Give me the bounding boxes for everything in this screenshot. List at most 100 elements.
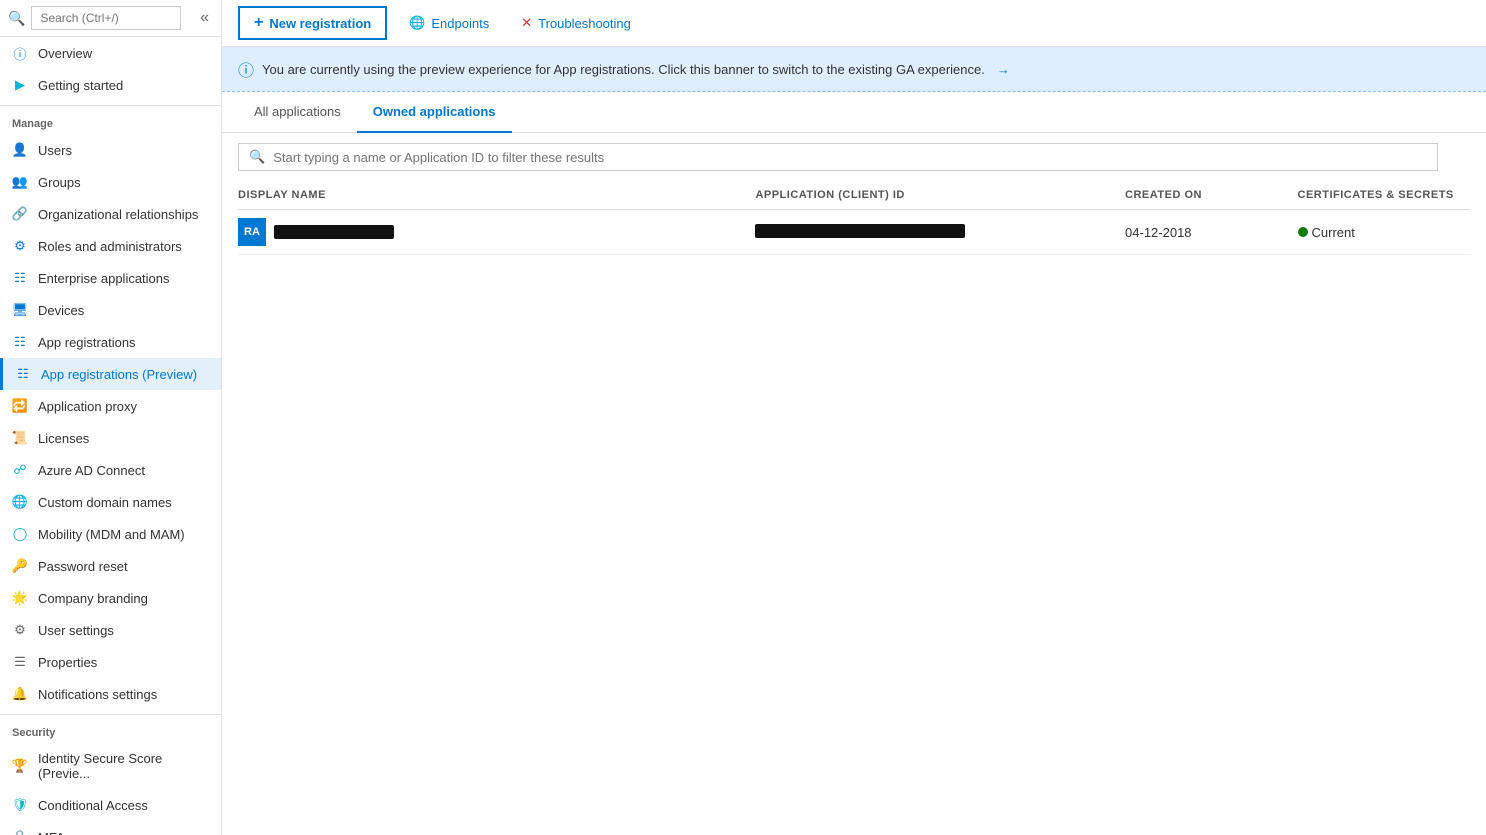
sidebar-item-enterprise-apps[interactable]: ☷ Enterprise applications <box>0 262 221 294</box>
sidebar-item-org-relationships[interactable]: 🔗 Organizational relationships <box>0 198 221 230</box>
app-tabs: All applications Owned applications <box>222 92 1486 133</box>
sidebar-item-groups[interactable]: 👥 Groups <box>0 166 221 198</box>
app-table: DISPLAY NAME APPLICATION (CLIENT) ID CRE… <box>238 181 1470 255</box>
sidebar-item-label: Conditional Access <box>38 798 148 813</box>
main-content: + New registration 🌐 Endpoints ✕ Trouble… <box>222 0 1486 835</box>
display-name-redacted <box>274 225 394 239</box>
sidebar-item-label: Overview <box>38 46 92 61</box>
search-input[interactable] <box>31 6 181 30</box>
sidebar-divider <box>0 105 221 106</box>
app-table-container: DISPLAY NAME APPLICATION (CLIENT) ID CRE… <box>222 181 1486 835</box>
banner-text: You are currently using the preview expe… <box>262 62 985 77</box>
tab-all-applications[interactable]: All applications <box>238 92 357 133</box>
sidebar-item-custom-domain[interactable]: 🌐 Custom domain names <box>0 486 221 518</box>
sidebar-item-label: Devices <box>38 303 84 318</box>
created-on-cell: 04-12-2018 <box>1125 210 1297 255</box>
sidebar-item-label: Properties <box>38 655 97 670</box>
sidebar-item-label: Roles and administrators <box>38 239 182 254</box>
sidebar-section-manage: Manage <box>0 110 221 134</box>
filter-wrapper: 🔍 <box>238 143 1438 171</box>
cert-status-label: Current <box>1312 225 1355 240</box>
sidebar-item-user-settings[interactable]: ⚙ User settings <box>0 614 221 646</box>
sidebar-item-identity-score[interactable]: 🏆 Identity Secure Score (Previe... <box>0 743 221 789</box>
score-icon: 🏆 <box>12 758 28 774</box>
sidebar-item-label: Mobility (MDM and MAM) <box>38 527 185 542</box>
sidebar-item-mobility[interactable]: ◯ Mobility (MDM and MAM) <box>0 518 221 550</box>
sidebar-item-app-registrations-preview[interactable]: ☷ App registrations (Preview) <box>0 358 221 390</box>
appreg-preview-icon: ☷ <box>15 366 31 382</box>
sidebar-item-conditional-access[interactable]: 🛡 Conditional Access <box>0 789 221 821</box>
connect-icon: ☍ <box>12 462 28 478</box>
sidebar-item-label: App registrations (Preview) <box>41 367 197 382</box>
sidebar-item-app-proxy[interactable]: 🔁 Application proxy <box>0 390 221 422</box>
endpoints-button[interactable]: 🌐 Endpoints <box>399 9 499 37</box>
sidebar-item-overview[interactable]: ⓘ Overview <box>0 37 221 69</box>
domain-icon: 🌐 <box>12 494 28 510</box>
sidebar-item-label: Custom domain names <box>38 495 172 510</box>
new-registration-button[interactable]: + New registration <box>238 6 387 40</box>
x-icon: ✕ <box>521 15 532 31</box>
col-header-display-name: DISPLAY NAME <box>238 181 755 210</box>
sidebar-item-label: Password reset <box>38 559 128 574</box>
sidebar-item-licenses[interactable]: 📜 Licenses <box>0 422 221 454</box>
brand-icon: 🌟 <box>12 590 28 606</box>
cond-icon: 🛡 <box>12 797 28 813</box>
banner-arrow: → <box>997 62 1010 77</box>
sidebar-item-password-reset[interactable]: 🔑 Password reset <box>0 550 221 582</box>
sidebar-item-roles-admin[interactable]: ⚙ Roles and administrators <box>0 230 221 262</box>
collapse-sidebar-button[interactable]: « <box>196 7 213 29</box>
sidebar-divider-2 <box>0 714 221 715</box>
toolbar: + New registration 🌐 Endpoints ✕ Trouble… <box>222 0 1486 47</box>
sidebar-item-label: Users <box>38 143 72 158</box>
devices-icon: 🖥 <box>12 302 28 318</box>
filter-input[interactable] <box>273 150 1427 165</box>
sidebar-item-mfa[interactable]: 🔒 MFA <box>0 821 221 835</box>
sidebar-item-label: MFA <box>38 830 65 835</box>
sidebar-item-label: Azure AD Connect <box>38 463 145 478</box>
mobility-icon: ◯ <box>12 526 28 542</box>
sidebar-item-users[interactable]: 👤 Users <box>0 134 221 166</box>
cert-status-cell: Current <box>1298 225 1463 240</box>
sidebar-item-label: App registrations <box>38 335 136 350</box>
sidebar-item-label: Groups <box>38 175 81 190</box>
notif-icon: 🔔 <box>12 686 28 702</box>
sidebar-item-azure-ad-connect[interactable]: ☍ Azure AD Connect <box>0 454 221 486</box>
licenses-icon: 📜 <box>12 430 28 446</box>
sidebar-item-devices[interactable]: 🖥 Devices <box>0 294 221 326</box>
sidebar-search-area: 🔍 « <box>0 0 221 37</box>
sidebar-section-security: Security <box>0 719 221 743</box>
users-icon: 👤 <box>12 142 28 158</box>
groups-icon: 👥 <box>12 174 28 190</box>
sidebar-item-label: Notifications settings <box>38 687 157 702</box>
sidebar-item-company-branding[interactable]: 🌟 Company branding <box>0 582 221 614</box>
sidebar-item-notifications-settings[interactable]: 🔔 Notifications settings <box>0 678 221 710</box>
troubleshooting-button[interactable]: ✕ Troubleshooting <box>511 9 641 37</box>
table-row[interactable]: RA 04-12-2018 Current <box>238 210 1470 255</box>
rocket-icon: ▶ <box>12 77 28 93</box>
sidebar-item-properties[interactable]: ☰ Properties <box>0 646 221 678</box>
proxy-icon: 🔁 <box>12 398 28 414</box>
properties-icon: ☰ <box>12 654 28 670</box>
roles-icon: ⚙ <box>12 238 28 254</box>
sidebar-item-label: Enterprise applications <box>38 271 170 286</box>
sidebar-item-label: Application proxy <box>38 399 137 414</box>
app-id-redacted <box>755 224 965 238</box>
globe-icon: 🌐 <box>409 15 425 31</box>
sidebar-item-label: Company branding <box>38 591 148 606</box>
col-header-certs-secrets: CERTIFICATES & SECRETS <box>1298 181 1471 210</box>
tab-owned-applications[interactable]: Owned applications <box>357 92 512 133</box>
sidebar: 🔍 « ⓘ Overview ▶ Getting started Manage … <box>0 0 222 835</box>
plus-icon: + <box>254 14 263 32</box>
filter-bar: 🔍 <box>222 133 1486 181</box>
app-name-cell: RA <box>238 218 747 246</box>
status-green-dot <box>1298 227 1308 237</box>
usersettings-icon: ⚙ <box>12 622 28 638</box>
appreg-icon: ☷ <box>12 334 28 350</box>
info-banner[interactable]: ⓘ You are currently using the preview ex… <box>222 47 1486 92</box>
troubleshooting-label: Troubleshooting <box>538 16 631 31</box>
mfa-icon: 🔒 <box>12 829 28 835</box>
sidebar-item-app-registrations[interactable]: ☷ App registrations <box>0 326 221 358</box>
sidebar-item-getting-started[interactable]: ▶ Getting started <box>0 69 221 101</box>
avatar: RA <box>238 218 266 246</box>
sidebar-item-label: User settings <box>38 623 114 638</box>
